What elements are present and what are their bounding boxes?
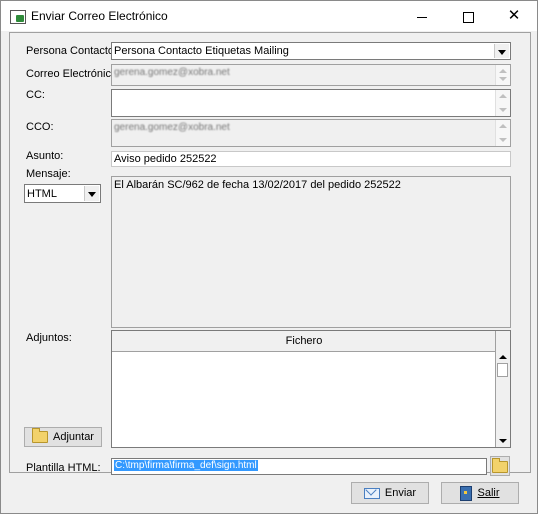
mensaje-body-text: El Albarán SC/962 de fecha 13/02/2017 de…	[114, 179, 401, 191]
scroll-down-icon[interactable]	[499, 77, 507, 81]
salir-button-label: Salir	[477, 487, 500, 500]
folder-icon	[492, 458, 508, 474]
cc-field[interactable]	[111, 89, 511, 117]
mensaje-format-value: HTML	[27, 188, 57, 200]
browse-plantilla-button[interactable]	[490, 456, 510, 476]
scroll-up-icon[interactable]	[499, 124, 507, 128]
scroll-up-icon[interactable]	[499, 94, 507, 98]
scroll-thumb[interactable]	[497, 363, 508, 377]
persona-contacto-select[interactable]: Persona Contacto Etiquetas Mailing	[111, 42, 511, 60]
minimize-button[interactable]	[399, 1, 445, 31]
persona-contacto-label: Persona Contacto:	[26, 45, 118, 57]
cc-label: CC:	[26, 89, 45, 101]
title-bar[interactable]: Enviar Correo Electrónico ✕	[1, 1, 537, 31]
cco-label: CCO:	[26, 121, 54, 133]
maximize-icon	[462, 11, 474, 23]
mensaje-body[interactable]: El Albarán SC/962 de fecha 13/02/2017 de…	[111, 176, 511, 328]
cco-scrollbar[interactable]	[495, 120, 510, 146]
form-panel: Persona Contacto: Persona Contacto Etiqu…	[9, 32, 531, 476]
asunto-value: Aviso pedido 252522	[114, 153, 217, 165]
scroll-up-icon[interactable]	[499, 355, 507, 359]
adjuntos-scrollbar[interactable]	[495, 331, 510, 447]
adjuntar-button-label: Adjuntar	[53, 431, 94, 444]
chevron-down-icon[interactable]	[84, 186, 99, 201]
correo-value: gerena.gomez@xobra.net	[114, 67, 230, 78]
close-icon: ✕	[507, 7, 521, 24]
maximize-button[interactable]	[445, 1, 491, 31]
adjuntos-label: Adjuntos:	[26, 332, 72, 344]
asunto-input[interactable]: Aviso pedido 252522	[111, 151, 511, 167]
column-header-fichero[interactable]: Fichero	[112, 331, 496, 352]
window-title: Enviar Correo Electrónico	[31, 9, 168, 23]
chevron-down-icon[interactable]	[494, 44, 509, 58]
correo-scrollbar[interactable]	[495, 65, 510, 85]
persona-contacto-value: Persona Contacto Etiquetas Mailing	[114, 45, 289, 57]
correo-field[interactable]: gerena.gomez@xobra.net	[111, 64, 511, 86]
enviar-button-label: Enviar	[384, 487, 417, 500]
scroll-down-icon[interactable]	[499, 108, 507, 112]
salir-button[interactable]: Salir	[441, 482, 519, 504]
correo-label: Correo Electrónico:	[26, 68, 121, 80]
email-dialog-window: Enviar Correo Electrónico ✕ Persona Cont…	[0, 0, 538, 514]
plantilla-label: Plantilla HTML:	[26, 462, 101, 474]
cco-field[interactable]: gerena.gomez@xobra.net	[111, 119, 511, 147]
close-button[interactable]: ✕	[491, 1, 537, 31]
exit-door-icon	[460, 485, 473, 501]
folder-icon	[32, 428, 48, 444]
plantilla-value: C:\tmp\firma\firma_def\sign.html	[114, 460, 258, 471]
cc-scrollbar[interactable]	[495, 90, 510, 116]
envelope-icon	[363, 487, 380, 499]
scroll-down-icon[interactable]	[499, 138, 507, 142]
enviar-button[interactable]: Enviar	[351, 482, 429, 504]
scroll-up-icon[interactable]	[499, 69, 507, 73]
asunto-label: Asunto:	[26, 150, 64, 162]
scroll-down-icon[interactable]	[499, 439, 507, 443]
minimize-icon	[417, 16, 427, 18]
plantilla-input[interactable]: C:\tmp\firma\firma_def\sign.html	[111, 458, 487, 475]
adjuntar-button[interactable]: Adjuntar	[24, 427, 102, 447]
adjuntos-table[interactable]: Fichero	[111, 330, 511, 448]
mensaje-format-select[interactable]: HTML	[24, 184, 101, 203]
mensaje-label: Mensaje:	[26, 168, 71, 180]
app-icon	[10, 10, 26, 24]
cco-value: gerena.gomez@xobra.net	[114, 122, 230, 133]
